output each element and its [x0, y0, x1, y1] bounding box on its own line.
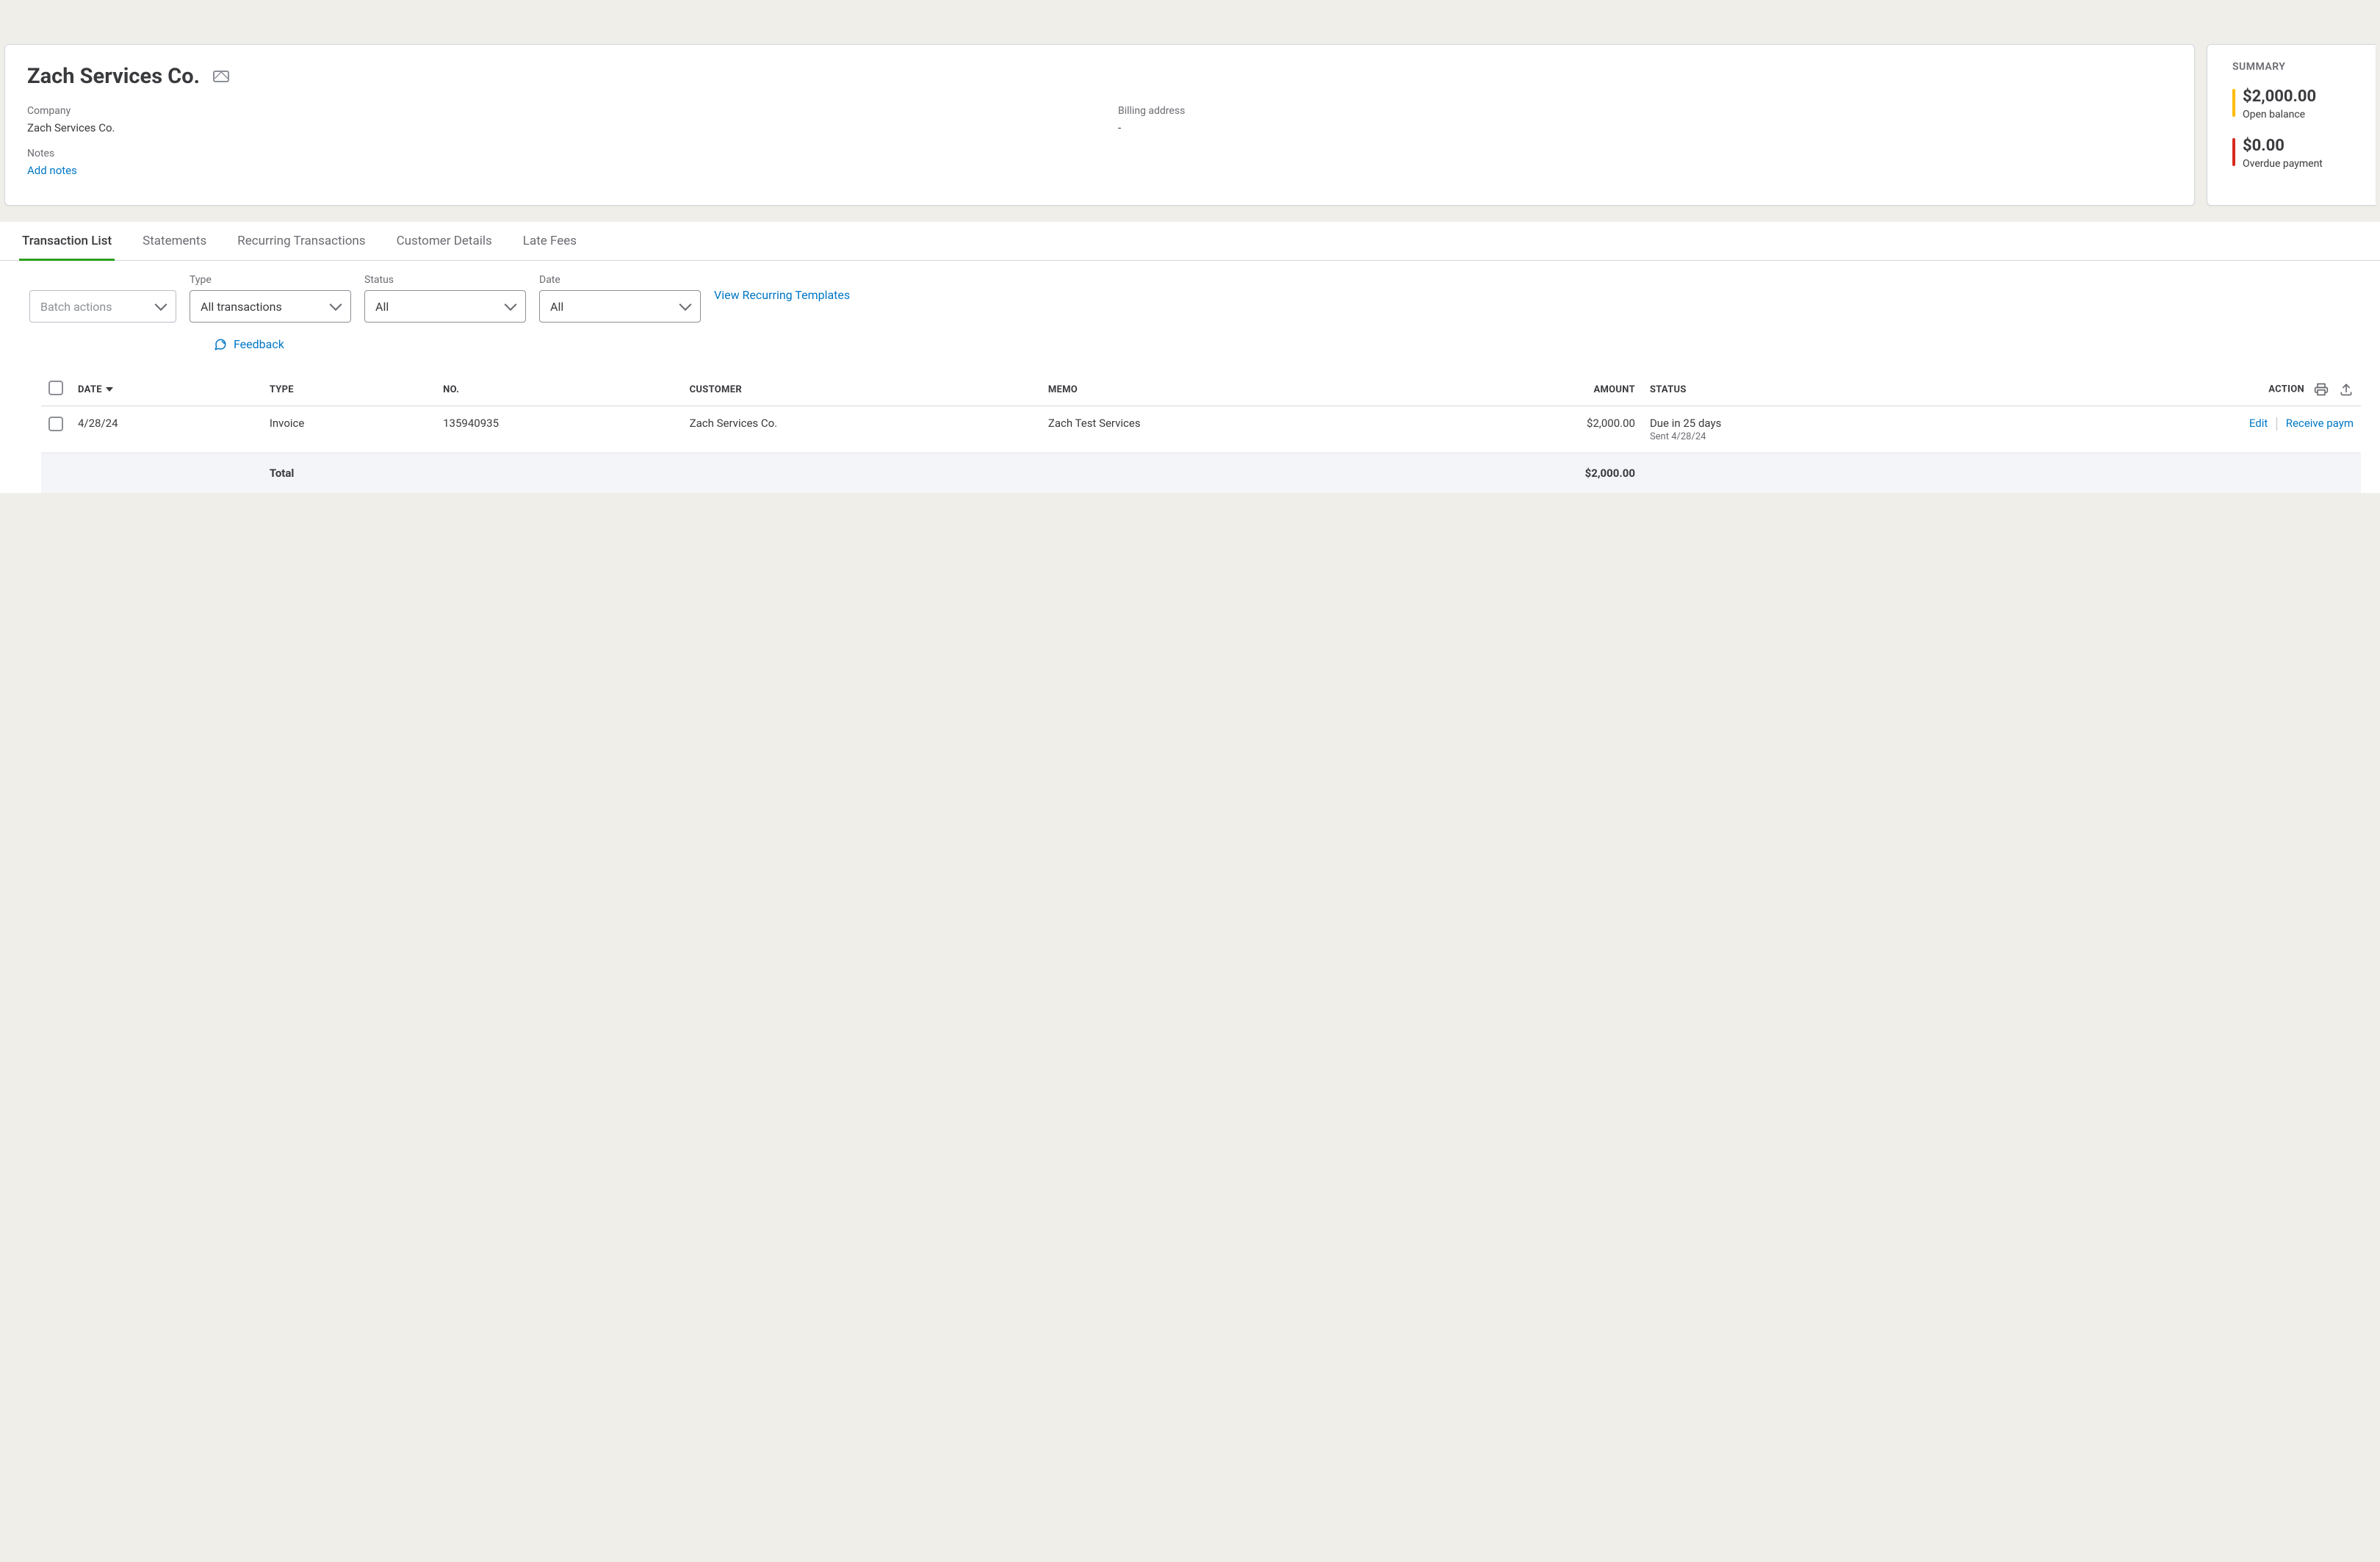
tab-transaction-list[interactable]: Transaction List [19, 222, 115, 260]
action-divider [2276, 417, 2277, 431]
transactions-table: DATE TYPE NO. CUSTOMER MEMO AMOUNT STATU… [41, 373, 2361, 493]
mail-icon[interactable] [213, 71, 229, 82]
add-notes-link[interactable]: Add notes [27, 164, 1081, 177]
col-status[interactable]: STATUS [1642, 373, 1944, 406]
print-icon[interactable] [2314, 382, 2329, 397]
sort-desc-icon [106, 387, 113, 392]
status-filter-value: All [375, 300, 389, 314]
tab-late-fees[interactable]: Late Fees [520, 222, 580, 260]
total-amount: $2,000.00 [1416, 453, 1642, 494]
tab-customer-details[interactable]: Customer Details [394, 222, 495, 260]
col-date[interactable]: DATE [71, 373, 262, 406]
company-label: Company [27, 105, 1081, 117]
total-label: Total [262, 453, 436, 494]
date-filter-label: Date [539, 274, 701, 286]
row-checkbox[interactable] [48, 417, 63, 431]
date-filter-value: All [550, 300, 563, 314]
cell-date: 4/28/24 [71, 406, 262, 453]
table-row[interactable]: 4/28/24 Invoice 135940935 Zach Services … [41, 406, 2361, 453]
cell-no: 135940935 [436, 406, 682, 453]
chevron-down-icon [679, 298, 692, 311]
status-filter-select[interactable]: All [364, 290, 526, 323]
open-balance-label: Open balance [2243, 109, 2359, 120]
overdue-label: Overdue payment [2243, 158, 2359, 170]
type-filter-label: Type [190, 274, 351, 286]
status-filter-label: Status [364, 274, 526, 286]
chevron-down-icon [155, 298, 167, 311]
tab-recurring[interactable]: Recurring Transactions [234, 222, 368, 260]
select-all-checkbox[interactable] [48, 381, 63, 395]
date-filter-select[interactable]: All [539, 290, 701, 323]
export-icon[interactable] [2339, 382, 2354, 397]
receive-payment-link[interactable]: Receive paym [2286, 417, 2354, 430]
col-amount[interactable]: AMOUNT [1416, 373, 1642, 406]
type-filter-select[interactable]: All transactions [190, 290, 351, 323]
open-balance-item: $2,000.00 Open balance [2232, 87, 2359, 120]
cell-type: Invoice [262, 406, 436, 453]
summary-title: SUMMARY [2232, 61, 2359, 73]
total-row: Total $2,000.00 [41, 453, 2361, 494]
company-value: Zach Services Co. [27, 121, 1081, 134]
open-balance-amount: $2,000.00 [2243, 87, 2359, 106]
view-recurring-link[interactable]: View Recurring Templates [714, 288, 850, 309]
col-no[interactable]: NO. [436, 373, 682, 406]
type-filter-value: All transactions [201, 300, 282, 314]
cell-action: Edit Receive paym [1944, 406, 2361, 453]
col-type[interactable]: TYPE [262, 373, 436, 406]
cell-memo: Zach Test Services [1041, 406, 1416, 453]
overdue-bar [2232, 138, 2235, 166]
col-memo[interactable]: MEMO [1041, 373, 1416, 406]
feedback-icon [213, 338, 228, 351]
tabs: Transaction List Statements Recurring Tr… [0, 222, 2380, 261]
feedback-link[interactable]: Feedback [234, 337, 284, 351]
notes-label: Notes [27, 148, 1081, 159]
overdue-amount: $0.00 [2243, 137, 2359, 155]
chevron-down-icon [330, 298, 342, 311]
billing-label: Billing address [1118, 105, 2172, 117]
batch-actions-label: Batch actions [40, 300, 112, 314]
col-action: ACTION [1944, 373, 2361, 406]
tab-statements[interactable]: Statements [140, 222, 209, 260]
summary-card: SUMMARY $2,000.00 Open balance $0.00 Ove… [2207, 44, 2376, 206]
customer-title: Zach Services Co. [27, 64, 200, 89]
batch-actions-select[interactable]: Batch actions [29, 290, 176, 323]
overdue-item: $0.00 Overdue payment [2232, 137, 2359, 170]
billing-value: - [1118, 121, 2172, 134]
col-customer[interactable]: CUSTOMER [682, 373, 1041, 406]
open-balance-bar [2232, 89, 2235, 117]
customer-card: Zach Services Co. Company Zach Services … [4, 44, 2195, 206]
chevron-down-icon [505, 298, 517, 311]
cell-amount: $2,000.00 [1416, 406, 1642, 453]
cell-customer: Zach Services Co. [682, 406, 1041, 453]
edit-link[interactable]: Edit [2249, 417, 2268, 430]
cell-status: Due in 25 days Sent 4/28/24 [1642, 406, 1944, 453]
